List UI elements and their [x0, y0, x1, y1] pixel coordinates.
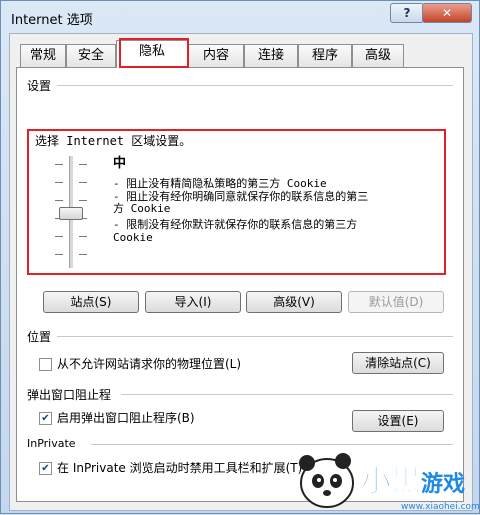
tab-content[interactable]: 内容 — [188, 44, 244, 67]
tab-connections[interactable]: 连接 — [244, 44, 298, 67]
privacy-panel: 设置 选择 Internet 区域设置。 中 - 阻止没有精简隐私策略的第三方 … — [16, 67, 464, 502]
level-description-line: 方 Cookie — [113, 202, 171, 215]
slider-tick — [79, 182, 87, 183]
slider-tick — [55, 164, 63, 165]
popup-blocker-checkbox[interactable]: ✔ — [39, 412, 52, 425]
close-button[interactable]: ✕ — [422, 3, 472, 23]
window-title: Internet 选项 — [11, 13, 93, 28]
tab-general[interactable]: 常规 — [20, 44, 66, 67]
slider-tick — [79, 200, 87, 201]
location-checkbox[interactable] — [39, 358, 52, 371]
slider-tick — [55, 236, 63, 237]
tab-advanced[interactable]: 高级 — [352, 44, 404, 67]
slider-tick — [79, 236, 87, 237]
privacy-level-name: 中 — [113, 156, 127, 171]
level-description-line: - 限制没有经你默许就保存你的联系信息的第三方 — [113, 218, 358, 231]
slider-tick — [55, 200, 63, 201]
title-bar[interactable]: Internet 选项 ? ✕ — [1, 1, 479, 33]
svg-text:www.xiaohei.com: www.xiaohei.com — [401, 502, 480, 512]
location-heading: 位置 — [27, 330, 52, 344]
settings-divider — [57, 85, 453, 86]
advanced-button[interactable]: 高级(V) — [246, 291, 342, 313]
internet-options-window: Internet 选项 ? ✕ 常规 安全 隐私 内容 连接 程序 高级 设置 … — [0, 0, 480, 514]
location-divider — [57, 336, 453, 337]
clear-sites-button[interactable]: 清除站点(C) — [352, 352, 444, 374]
slider-tick — [55, 182, 63, 183]
location-checkbox-label: 从不允许网站请求你的物理位置(L) — [57, 357, 242, 371]
popup-blocker-heading: 弹出窗口阻止程 — [27, 388, 112, 402]
help-button[interactable]: ? — [390, 3, 424, 23]
tab-security[interactable]: 安全 — [66, 44, 116, 67]
settings-heading: 设置 — [27, 79, 52, 93]
svg-text:小黑: 小黑 — [361, 464, 421, 499]
popup-divider — [121, 394, 453, 395]
import-button[interactable]: 导入(I) — [145, 291, 241, 313]
slider-tick — [55, 254, 63, 255]
tab-programs[interactable]: 程序 — [298, 44, 352, 67]
privacy-slider-thumb[interactable] — [59, 207, 83, 220]
default-button: 默认值(D) — [348, 291, 444, 313]
slider-tick — [79, 164, 87, 165]
popup-settings-button[interactable]: 设置(E) — [352, 410, 444, 432]
xiaohei-watermark-logo: 小黑 游戏 www.xiaohei.com — [299, 453, 480, 512]
level-description-line: - 阻止没有精简隐私策略的第三方 Cookie — [113, 177, 327, 190]
slider-tick — [79, 254, 87, 255]
highlight-frame-tab — [119, 38, 189, 68]
inprivate-checkbox-label: 在 InPrivate 浏览启动时禁用工具栏和扩展(T) — [57, 461, 303, 475]
inprivate-heading: InPrivate — [27, 437, 76, 450]
svg-text:游戏: 游戏 — [421, 471, 465, 497]
sites-button[interactable]: 站点(S) — [43, 291, 139, 313]
popup-blocker-checkbox-label: 启用弹出窗口阻止程序(B) — [57, 411, 195, 425]
zone-prompt: 选择 Internet 区域设置。 — [35, 134, 192, 148]
inprivate-checkbox[interactable]: ✔ — [39, 462, 52, 475]
level-description-line: Cookie — [113, 231, 153, 244]
